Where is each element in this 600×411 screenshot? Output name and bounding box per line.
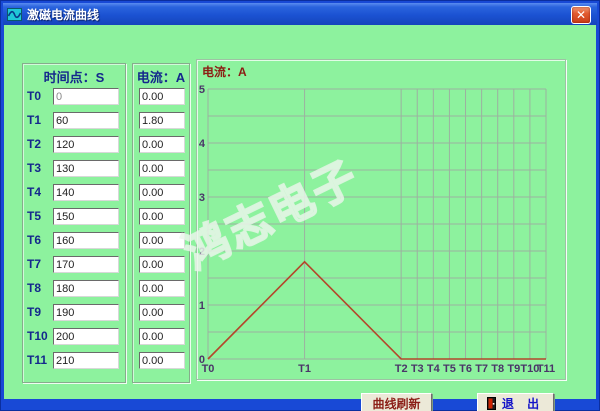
- dialog-window: 激磁电流曲线 ✕ 时间点：S T0T1T2T3T4T5T6T7T8T9T10T1…: [0, 0, 600, 411]
- row-label-T6: T6: [27, 232, 51, 249]
- time-input-T10[interactable]: [53, 328, 119, 345]
- time-input-T3[interactable]: [53, 160, 119, 177]
- current-curve-chart: 012345T0T1T2T3T4T5T6T7T8T9T10T11 电流：A 鸿志…: [196, 59, 566, 380]
- svg-text:5: 5: [199, 84, 205, 96]
- row-label-T8: T8: [27, 280, 51, 297]
- current-input-T9[interactable]: [139, 304, 185, 321]
- curve-refresh-button[interactable]: 曲线刷新: [361, 393, 432, 411]
- current-input-T7[interactable]: [139, 256, 185, 273]
- time-input-T11[interactable]: [53, 352, 119, 369]
- current-input-T10[interactable]: [139, 328, 185, 345]
- current-groupbox: 电流：A: [132, 63, 190, 383]
- time-groupbox: 时间点：S T0 T1 T2 T3 T4 T5 T6 T7 T8 T9 T10 T11: [22, 63, 126, 383]
- svg-text:T11: T11: [537, 363, 555, 375]
- current-input-T3[interactable]: [139, 160, 185, 177]
- current-input-T11[interactable]: [139, 352, 185, 369]
- svg-text:T8: T8: [491, 363, 504, 375]
- row-label-T9: T9: [27, 304, 51, 321]
- svg-text:1: 1: [199, 300, 205, 312]
- exit-door-icon: [487, 397, 496, 410]
- row-label-T5: T5: [27, 208, 51, 225]
- current-input-T8[interactable]: [139, 280, 185, 297]
- svg-text:T7: T7: [475, 363, 488, 375]
- time-input-T7[interactable]: [53, 256, 119, 273]
- chart-plot-area: 012345T0T1T2T3T4T5T6T7T8T9T10T11: [197, 60, 565, 379]
- svg-text:T6: T6: [459, 363, 472, 375]
- svg-text:T4: T4: [427, 363, 441, 375]
- svg-text:T2: T2: [395, 363, 408, 375]
- time-input-T2[interactable]: [53, 136, 119, 153]
- svg-text:3: 3: [199, 192, 205, 204]
- row-label-T3: T3: [27, 160, 51, 177]
- exit-button[interactable]: 退 出: [477, 393, 554, 411]
- dialog-body: 时间点：S T0T1T2T3T4T5T6T7T8T9T10T11 电流：A 01…: [4, 25, 596, 399]
- svg-text:4: 4: [199, 138, 206, 150]
- row-label-T0: T0: [27, 88, 51, 105]
- current-input-T1[interactable]: [139, 112, 185, 129]
- row-label-T11: T11: [27, 352, 51, 369]
- row-label-T10: T10: [27, 328, 51, 345]
- time-input-T5[interactable]: [53, 208, 119, 225]
- svg-text:T5: T5: [443, 363, 456, 375]
- current-input-T2[interactable]: [139, 136, 185, 153]
- time-column-header: 时间点：S: [23, 67, 125, 86]
- time-input-T9[interactable]: [53, 304, 119, 321]
- svg-text:T1: T1: [298, 363, 311, 375]
- window-title: 激磁电流曲线: [27, 6, 99, 23]
- svg-text:2: 2: [199, 246, 205, 258]
- current-input-T0[interactable]: [139, 88, 185, 105]
- time-input-T4[interactable]: [53, 184, 119, 201]
- time-input-T6[interactable]: [53, 232, 119, 249]
- row-label-T2: T2: [27, 136, 51, 153]
- curve-app-icon: [7, 8, 22, 21]
- row-label-T4: T4: [27, 184, 51, 201]
- svg-text:T3: T3: [411, 363, 424, 375]
- exit-button-label: 退 出: [502, 395, 544, 411]
- time-input-T1[interactable]: [53, 112, 119, 129]
- current-column-header: 电流：A: [133, 67, 189, 86]
- current-input-T6[interactable]: [139, 232, 185, 249]
- titlebar[interactable]: 激磁电流曲线 ✕: [3, 3, 597, 25]
- chart-y-axis-title: 电流：A: [202, 63, 247, 80]
- current-input-T4[interactable]: [139, 184, 185, 201]
- time-input-T8[interactable]: [53, 280, 119, 297]
- svg-text:T9: T9: [507, 363, 520, 375]
- time-input-T0[interactable]: [53, 88, 119, 105]
- svg-text:T0: T0: [202, 363, 215, 375]
- row-label-T1: T1: [27, 112, 51, 129]
- row-label-T7: T7: [27, 256, 51, 273]
- current-input-T5[interactable]: [139, 208, 185, 225]
- close-icon[interactable]: ✕: [571, 6, 591, 24]
